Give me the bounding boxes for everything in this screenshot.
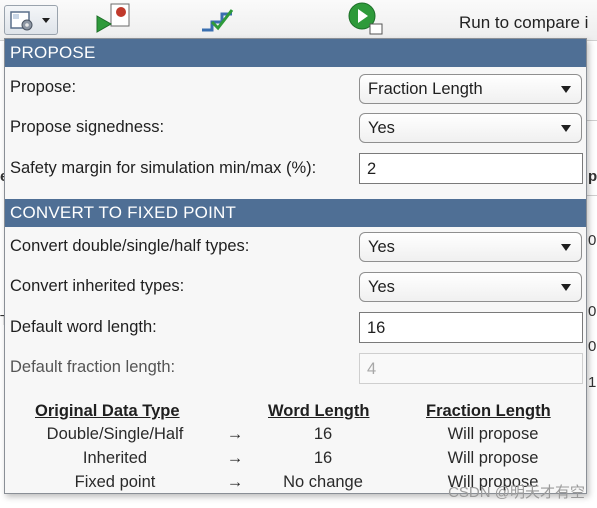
- run-to-compare-label[interactable]: Run to compare i: [459, 13, 588, 33]
- default-word-length-value: 16: [367, 319, 386, 337]
- convert-inherited-dropdown[interactable]: Yes: [359, 272, 582, 302]
- convert-dsh-dropdown[interactable]: Yes: [359, 232, 582, 262]
- watermark: CSDN @明天才有空: [448, 484, 585, 501]
- chevron-down-icon: [561, 244, 571, 251]
- convert-inherited-dropdown-value: Yes: [368, 278, 395, 296]
- table-cell-word: 16: [313, 425, 333, 443]
- fixed-point-settings-panel: PROPOSE Propose: Fraction Length Propose…: [4, 38, 587, 494]
- arrow-right-icon: →: [226, 473, 244, 491]
- propose-label: Propose:: [10, 78, 77, 96]
- default-word-length-field[interactable]: 16: [359, 312, 583, 343]
- convert-inherited-label: Convert inherited types:: [10, 277, 185, 295]
- table-cell-type: Inherited: [82, 449, 148, 467]
- default-word-length-label: Default word length:: [10, 318, 157, 336]
- table-cell-word: 16: [313, 449, 333, 467]
- run-compare-icon[interactable]: [346, 2, 386, 41]
- background-divider: [587, 120, 597, 121]
- background-cell: 0,: [588, 338, 597, 355]
- convert-dsh-dropdown-value: Yes: [368, 238, 395, 256]
- background-divider: [587, 195, 597, 196]
- chevron-down-icon: [561, 284, 571, 291]
- default-fraction-length-field: 4: [359, 353, 583, 384]
- convert-dsh-label: Convert double/single/half types:: [10, 237, 250, 255]
- background-column-header: p: [588, 168, 597, 185]
- arrow-right-icon: →: [226, 449, 244, 467]
- background-cell: 1,: [588, 374, 597, 391]
- signedness-dropdown[interactable]: Yes: [359, 113, 582, 143]
- simulate-collect-ranges-icon[interactable]: [95, 2, 135, 41]
- propose-types-icon[interactable]: [198, 2, 238, 41]
- background-cell: 0,: [588, 232, 597, 249]
- propose-section-header: PROPOSE: [5, 39, 586, 67]
- safety-margin-label: Safety margin for simulation min/max (%)…: [10, 159, 317, 177]
- table-cell-word: No change: [283, 473, 363, 491]
- chevron-down-icon: [561, 86, 571, 93]
- background-cell: 0,: [588, 303, 597, 320]
- toolstrip: Run to compare i: [0, 0, 597, 41]
- signedness-dropdown-value: Yes: [368, 119, 395, 137]
- default-fraction-length-value: 4: [367, 360, 377, 378]
- table-header-fraction-length: Fraction Length: [426, 402, 551, 420]
- table-cell-type: Double/Single/Half: [46, 425, 184, 443]
- propose-dropdown-value: Fraction Length: [368, 80, 483, 98]
- settings-dropdown-button[interactable]: [4, 5, 58, 35]
- table-cell-type: Fixed point: [74, 473, 156, 491]
- arrow-right-icon: →: [226, 425, 244, 443]
- table-cell-fraction: Will propose: [447, 449, 539, 467]
- chevron-down-icon: [561, 125, 571, 132]
- settings-icon: [10, 11, 50, 31]
- signedness-label: Propose signedness:: [10, 118, 165, 136]
- propose-dropdown[interactable]: Fraction Length: [359, 74, 582, 104]
- table-header-word-length: Word Length: [268, 402, 370, 420]
- table-cell-fraction: Will propose: [447, 425, 539, 443]
- default-fraction-length-label: Default fraction length:: [10, 358, 176, 376]
- table-header-original-type: Original Data Type: [35, 402, 180, 420]
- convert-section-header: CONVERT TO FIXED POINT: [5, 199, 586, 227]
- safety-margin-field[interactable]: 2: [359, 153, 583, 184]
- safety-margin-value: 2: [367, 160, 377, 178]
